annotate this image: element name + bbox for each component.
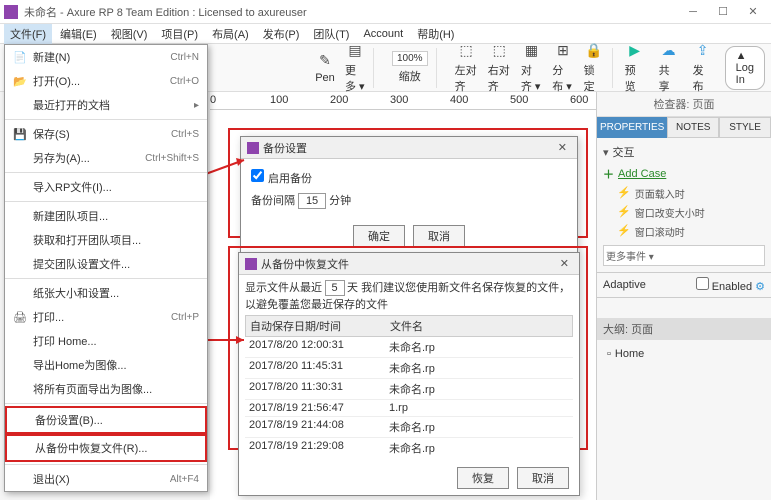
restore-dialog-close[interactable]: ✕ [556, 257, 573, 270]
minimize-button[interactable]: ─ [679, 3, 707, 21]
menu-0[interactable]: 文件(F) [4, 24, 52, 44]
backup-dialog-title: 备份设置 [263, 140, 554, 156]
publish-button[interactable]: ⇪发布 [691, 40, 715, 96]
outline-header: 大纲: 页面 [597, 318, 771, 340]
file-menu-item[interactable]: 导入RP文件(I)... [5, 175, 207, 199]
restore-button[interactable]: 恢复 [457, 467, 509, 489]
file-menu-item[interactable]: 📄新建(N)Ctrl+N [5, 45, 207, 69]
event-item[interactable]: ⚡页面载入时 [603, 184, 765, 203]
adaptive-settings-icon[interactable]: ⚙ [755, 281, 765, 293]
pen-tool[interactable]: ✎Pen [313, 50, 337, 86]
backup-dialog-highlight: 备份设置 ✕ 启用备份 备份间隔 分钟 确定 取消 [228, 128, 588, 238]
days-input[interactable] [325, 280, 345, 296]
inspector-tab-notes[interactable]: NOTES [667, 117, 719, 138]
distribute-menu[interactable]: ⊞分布 ▾ [550, 40, 575, 96]
align-menu[interactable]: ▦对齐 ▾ [519, 40, 544, 96]
table-row[interactable]: 2017/8/20 12:00:31未命名.rp [245, 337, 573, 358]
file-menu: 📄新建(N)Ctrl+N📂打开(O)...Ctrl+O最近打开的文档▸ 💾保存(S… [4, 44, 208, 492]
adaptive-label: Adaptive [603, 279, 646, 291]
table-row[interactable]: 2017/8/20 11:45:31未命名.rp [245, 358, 573, 379]
file-menu-item[interactable]: 💾保存(S)Ctrl+S [5, 122, 207, 146]
backup-ok-button[interactable]: 确定 [353, 225, 405, 247]
backup-dialog-close[interactable]: ✕ [554, 141, 571, 154]
file-menu-item[interactable]: 将所有页面导出为图像... [5, 377, 207, 401]
file-menu-item: 提交团队设置文件... [5, 252, 207, 276]
menu-4[interactable]: 布局(A) [206, 24, 255, 44]
table-row[interactable]: 2017/8/19 21:56:471.rp [245, 400, 573, 417]
more-tools[interactable]: ▤更多 ▾ [343, 40, 367, 96]
menu-1[interactable]: 编辑(E) [54, 24, 103, 44]
lightning-icon: ⚡ [617, 224, 631, 239]
file-menu-item[interactable]: 退出(X)Alt+F4 [5, 467, 207, 491]
close-button[interactable]: ✕ [739, 3, 767, 21]
enable-backup-checkbox[interactable] [251, 169, 264, 182]
backup-settings-dialog: 备份设置 ✕ 启用备份 备份间隔 分钟 确定 取消 [240, 136, 578, 254]
table-row[interactable]: 2017/8/19 21:29:08未命名.rp [245, 438, 573, 457]
file-menu-item[interactable]: 从备份中恢复文件(R)... [7, 436, 205, 460]
adaptive-enabled-checkbox[interactable] [696, 277, 709, 290]
inspector-tab-style[interactable]: STYLE [719, 117, 771, 138]
lock-button[interactable]: 🔒锁定 [582, 40, 606, 96]
interval-label: 备份间隔 [251, 195, 295, 207]
zoom-control[interactable]: 100%缩放 [390, 49, 430, 86]
lightning-icon: ⚡ [617, 205, 631, 220]
file-menu-item[interactable]: 纸张大小和设置... [5, 281, 207, 305]
file-menu-item[interactable]: 新建团队项目... [5, 204, 207, 228]
interval-input[interactable] [298, 193, 326, 209]
file-menu-item[interactable]: 打印 Home... [5, 329, 207, 353]
restore-dialog-title: 从备份中恢复文件 [261, 256, 556, 272]
add-case-link[interactable]: Add Case [618, 166, 666, 182]
more-events-dropdown[interactable]: 更多事件 ▾ [603, 245, 765, 266]
file-menu-item[interactable]: 获取和打开团队项目... [5, 228, 207, 252]
backup-cancel-button[interactable]: 取消 [413, 225, 465, 247]
file-menu-item[interactable]: 另存为(A)...Ctrl+Shift+S [5, 146, 207, 170]
enable-backup-label: 启用备份 [268, 173, 312, 185]
restore-dialog-highlight: 从备份中恢复文件 ✕ 显示文件从最近 天 我们建议您使用新文件名保存恢复的文件，… [228, 246, 588, 450]
lightning-icon: ⚡ [617, 186, 631, 201]
canvas[interactable]: 0100200300400500600 备份设置 ✕ 启用备份 备份间隔 分钟 … [210, 92, 596, 500]
file-menu-item[interactable]: 📂打开(O)...Ctrl+O [5, 69, 207, 93]
inspector-title: 检查器: 页面 [597, 92, 771, 117]
table-row[interactable]: 2017/8/20 11:30:31未命名.rp [245, 379, 573, 400]
interval-unit: 分钟 [329, 195, 351, 207]
menu-2[interactable]: 视图(V) [105, 24, 154, 44]
table-row[interactable]: 2017/8/19 21:44:08未命名.rp [245, 417, 573, 438]
dialog-icon [247, 142, 259, 154]
align-right-button[interactable]: ⬚右对齐 [486, 40, 513, 96]
interact-header[interactable]: ▾ 交互 [603, 144, 765, 160]
menu-5[interactable]: 发布(P) [257, 24, 306, 44]
dialog-icon [245, 258, 257, 270]
inspector-panel: 检查器: 页面 PROPERTIESNOTESSTYLE ▾ 交互 ＋ Add … [596, 92, 771, 500]
file-menu-item[interactable]: 导出Home为图像... [5, 353, 207, 377]
page-icon: ▫ [607, 348, 611, 360]
restore-cancel-button[interactable]: 取消 [517, 467, 569, 489]
plus-icon: ＋ [603, 166, 614, 182]
maximize-button[interactable]: ☐ [709, 3, 737, 21]
restore-dialog: 从备份中恢复文件 ✕ 显示文件从最近 天 我们建议您使用新文件名保存恢复的文件，… [238, 252, 580, 496]
window-title: 未命名 - Axure RP 8 Team Edition : Licensed… [24, 4, 679, 20]
event-item[interactable]: ⚡窗口滚动时 [603, 222, 765, 241]
event-item[interactable]: ⚡窗口改变大小时 [603, 203, 765, 222]
file-menu-item[interactable]: 备份设置(B)... [7, 408, 205, 432]
share-button[interactable]: ☁共享 [657, 40, 681, 96]
app-icon [4, 5, 18, 19]
titlebar: 未命名 - Axure RP 8 Team Edition : Licensed… [0, 0, 771, 24]
menu-3[interactable]: 项目(P) [155, 24, 204, 44]
restore-table-header: 自动保存日期/时间文件名 [245, 315, 573, 337]
file-menu-item[interactable]: 🖨打印...Ctrl+P [5, 305, 207, 329]
align-left-button[interactable]: ⬚左对齐 [453, 40, 480, 96]
login-button[interactable]: ▲ Log In [725, 46, 765, 90]
inspector-tab-properties[interactable]: PROPERTIES [597, 117, 667, 138]
file-menu-item[interactable]: 最近打开的文档▸ [5, 93, 207, 117]
ruler-horizontal: 0100200300400500600 [210, 92, 596, 110]
preview-button[interactable]: ▶预览 [623, 40, 647, 96]
outline-home-item[interactable]: ▫Home [601, 344, 767, 364]
